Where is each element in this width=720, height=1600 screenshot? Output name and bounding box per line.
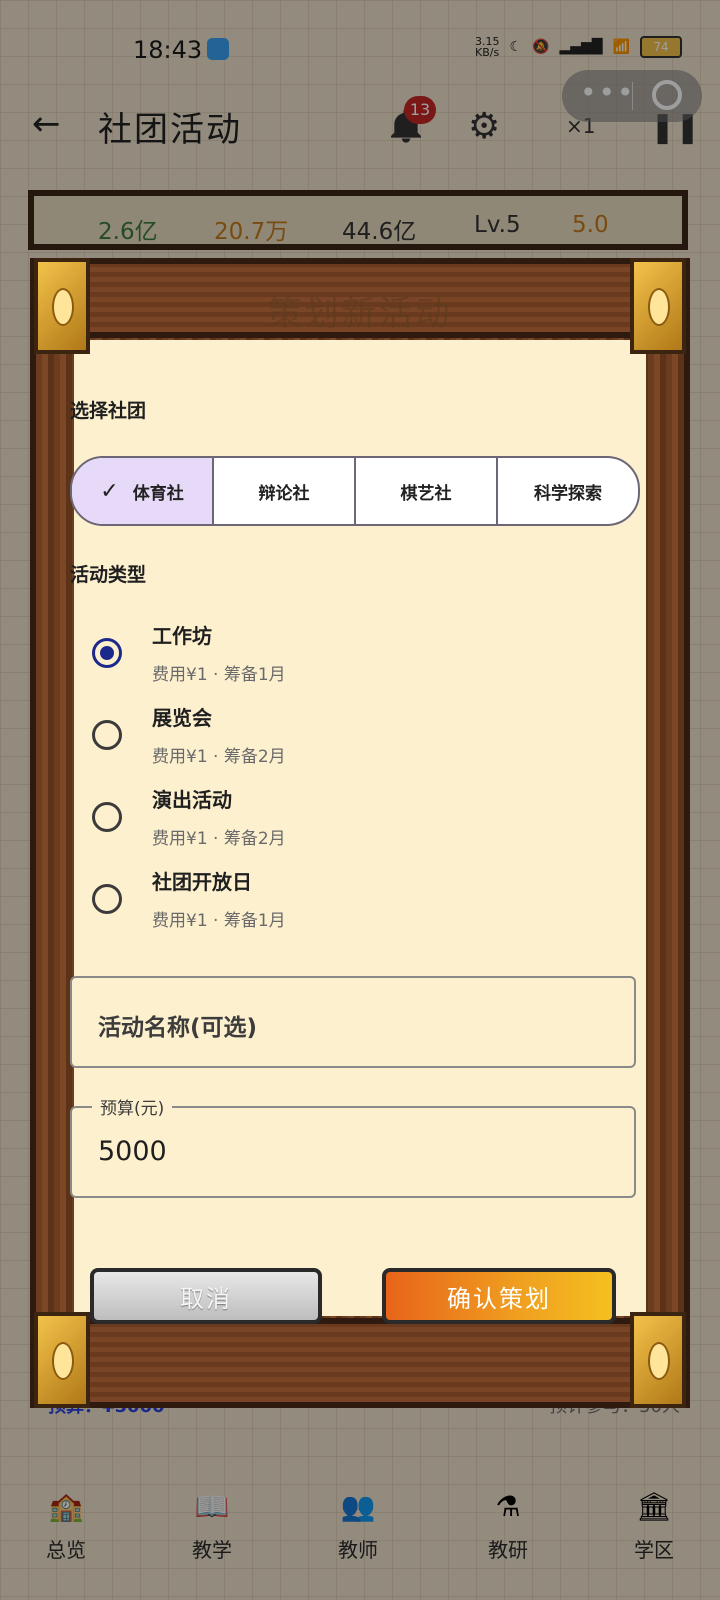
plan-activity-dialog: 策划新活动 选择社团 ✓ 体育社 辩论社 棋艺社 科学探索 活动类型 工作坊 费… <box>30 258 690 1408</box>
gold-corner-ornament <box>34 1312 90 1408</box>
radio-unselected-icon[interactable] <box>92 720 122 750</box>
activity-type-detail: 费用¥1 · 筹备2月 <box>152 829 286 849</box>
activity-name-placeholder: 活动名称(可选) <box>98 1015 258 1041</box>
activity-type-name: 展览会 <box>152 706 212 730</box>
club-option-debate[interactable]: 辩论社 <box>214 458 356 524</box>
activity-type-exhibition[interactable]: 展览会 费用¥1 · 筹备2月 <box>90 702 590 782</box>
cancel-button[interactable]: 取消 <box>90 1268 322 1324</box>
activity-type-detail: 费用¥1 · 筹备1月 <box>152 911 286 931</box>
activity-type-workshop[interactable]: 工作坊 费用¥1 · 筹备1月 <box>90 620 590 700</box>
activity-name-input[interactable]: 活动名称(可选) <box>70 976 636 1068</box>
activity-type-detail: 费用¥1 · 筹备1月 <box>152 665 286 685</box>
dialog-title: 策划新活动 <box>267 294 453 334</box>
club-selector: ✓ 体育社 辩论社 棋艺社 科学探索 <box>70 456 640 526</box>
confirm-plan-button[interactable]: 确认策划 <box>382 1268 616 1324</box>
club-option-chess[interactable]: 棋艺社 <box>356 458 498 524</box>
club-option-label: 科学探索 <box>534 483 602 504</box>
club-option-label: 体育社 <box>132 483 184 504</box>
activity-type-open-day[interactable]: 社团开放日 费用¥1 · 筹备1月 <box>90 866 590 946</box>
budget-value: 5000 <box>98 1136 167 1167</box>
gold-corner-ornament <box>630 1312 686 1408</box>
budget-input[interactable]: 预算(元) 5000 <box>70 1094 636 1198</box>
type-section-label: 活动类型 <box>70 564 147 586</box>
activity-type-name: 工作坊 <box>152 624 212 648</box>
club-section-label: 选择社团 <box>70 400 147 422</box>
radio-unselected-icon[interactable] <box>92 802 122 832</box>
club-option-sports[interactable]: ✓ 体育社 <box>72 458 214 524</box>
wood-frame-bottom <box>30 1318 690 1408</box>
activity-type-detail: 费用¥1 · 筹备2月 <box>152 747 286 767</box>
radio-unselected-icon[interactable] <box>92 884 122 914</box>
club-option-label: 棋艺社 <box>400 483 452 504</box>
activity-type-name: 社团开放日 <box>152 870 252 894</box>
radio-selected-icon[interactable] <box>92 638 122 668</box>
check-icon: ✓ <box>100 478 119 504</box>
club-option-label: 辩论社 <box>258 483 310 504</box>
budget-label: 预算(元) <box>92 1094 173 1119</box>
activity-type-performance[interactable]: 演出活动 费用¥1 · 筹备2月 <box>90 784 590 864</box>
activity-type-name: 演出活动 <box>152 788 232 812</box>
club-option-science[interactable]: 科学探索 <box>498 458 638 524</box>
